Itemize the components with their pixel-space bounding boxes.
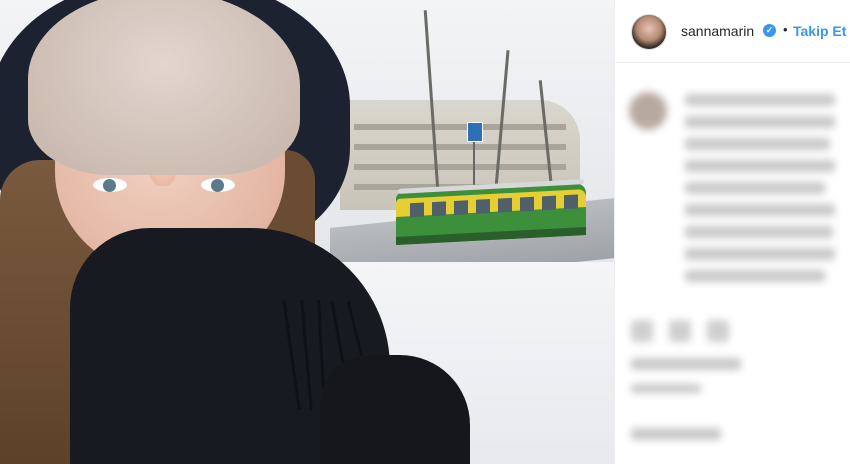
profile-avatar[interactable]	[631, 14, 667, 50]
photo-beanie	[28, 0, 300, 175]
verified-badge-icon: ✓	[763, 24, 776, 37]
post-header: sannamarin ✓ • Takip Et	[615, 0, 850, 63]
comment-avatar	[629, 92, 667, 130]
post-photo	[0, 0, 614, 464]
photo-tram	[396, 179, 586, 245]
street-sign	[467, 122, 483, 142]
instagram-post: sannamarin ✓ • Takip Et	[0, 0, 850, 464]
post-sidebar: sannamarin ✓ • Takip Et	[614, 0, 850, 464]
separator-dot: •	[783, 22, 788, 37]
follow-button[interactable]: Takip Et	[793, 23, 846, 39]
username-link[interactable]: sannamarin	[681, 23, 754, 39]
blurred-comments	[615, 62, 850, 464]
